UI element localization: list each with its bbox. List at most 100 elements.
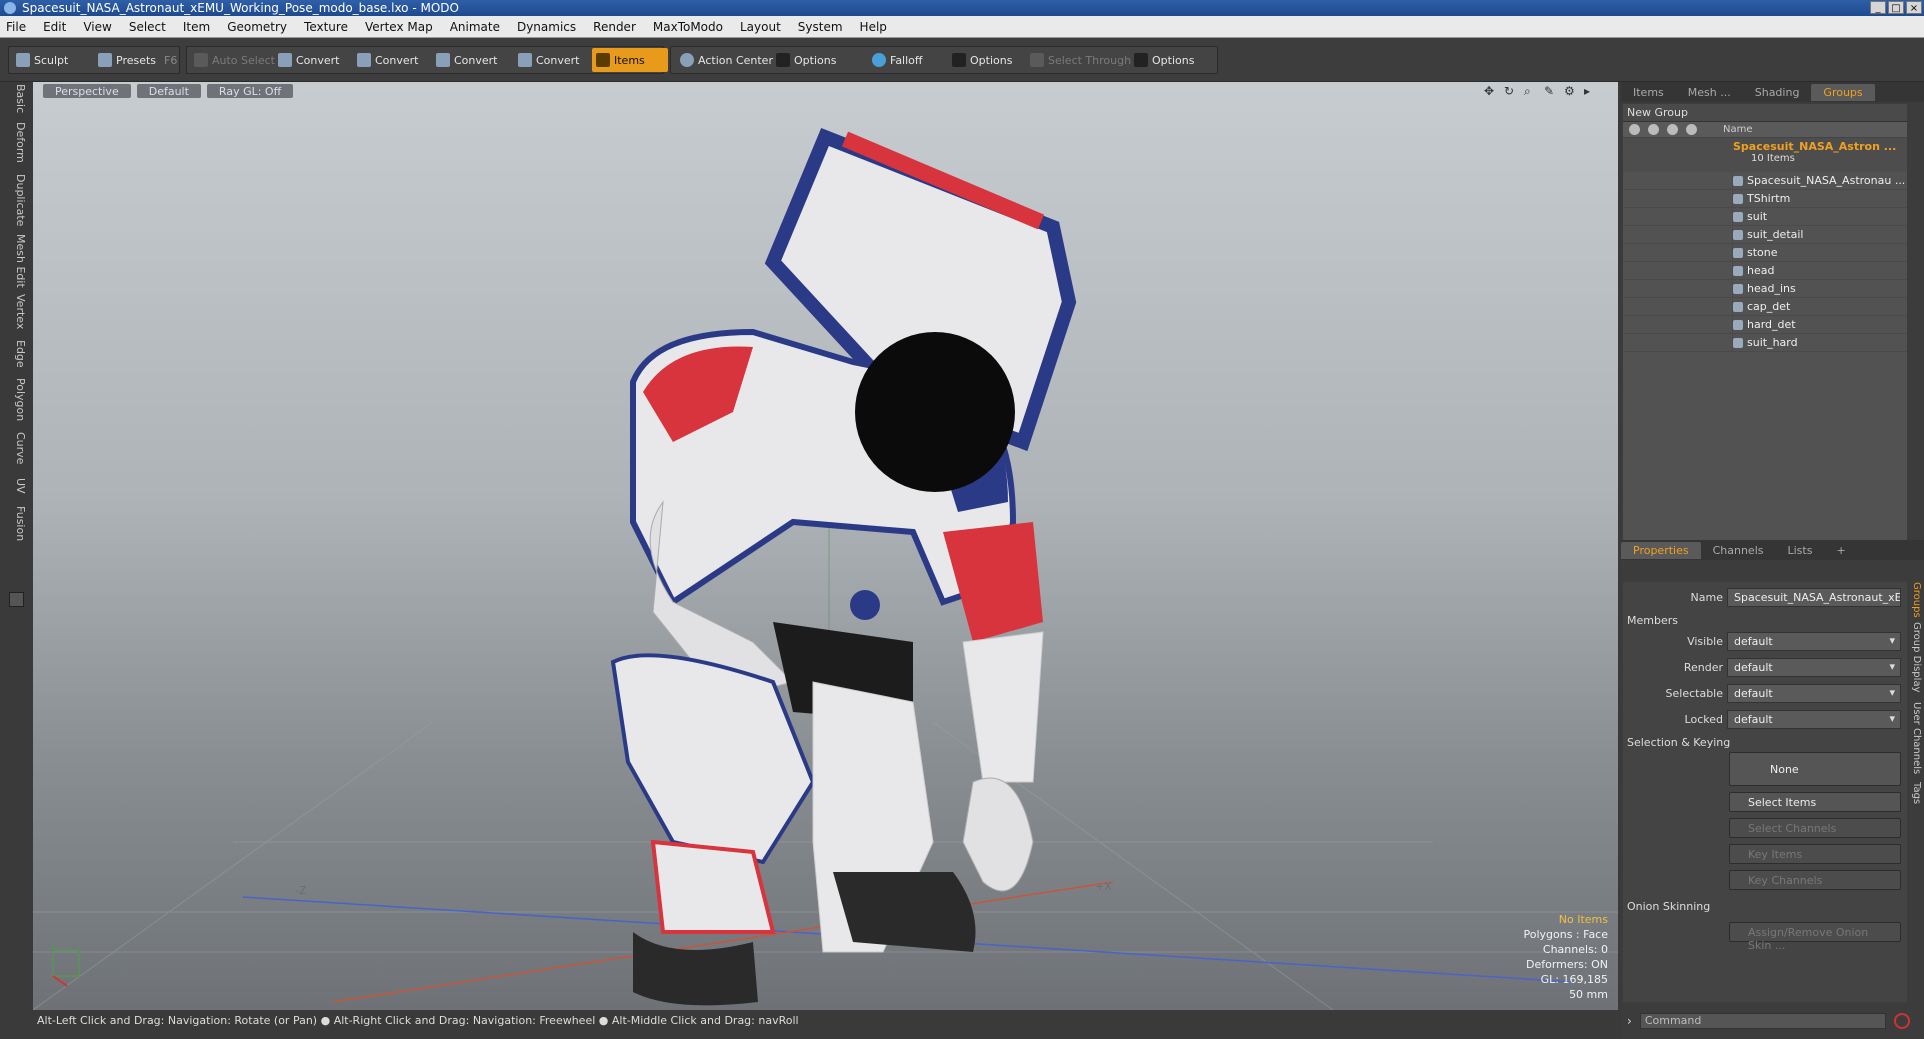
key-items-button[interactable]: Key Items — [1729, 844, 1901, 864]
list-item[interactable]: suit — [1623, 207, 1907, 226]
locked-select[interactable]: default — [1727, 710, 1901, 729]
name-field[interactable]: Spacesuit_NASA_Astronaut_xEMU — [1727, 588, 1901, 607]
select-items-button[interactable]: Select Items — [1729, 792, 1901, 812]
items-mode-button[interactable]: Items — [592, 48, 668, 72]
new-group-button[interactable]: New Group — [1623, 104, 1907, 122]
raygl-toggle[interactable]: Ray GL: Off — [206, 84, 294, 98]
3d-viewport[interactable]: -Z +X Perspective Default Ray GL: Off ✥ … — [33, 82, 1618, 1010]
onion-skinning-section[interactable]: Onion Skinning — [1627, 900, 1710, 913]
maximize-button[interactable]: □ — [1888, 1, 1904, 14]
lock-icon[interactable] — [1667, 124, 1678, 135]
side-tab-group-display[interactable]: Group Display — [1908, 622, 1922, 692]
menu-system[interactable]: System — [798, 20, 843, 34]
shading-mode-button[interactable]: Default — [136, 84, 201, 98]
menu-layout[interactable]: Layout — [740, 20, 781, 34]
list-item[interactable]: head_ins — [1623, 279, 1907, 298]
tab-edge[interactable]: Edge — [7, 340, 27, 368]
group-row[interactable]: Spacesuit_NASA_Astron ... 10 Items — [1623, 138, 1907, 172]
list-item[interactable]: stone — [1623, 243, 1907, 262]
tab-curve[interactable]: Curve — [7, 432, 27, 464]
tab-properties[interactable]: Properties — [1621, 541, 1701, 559]
render-select[interactable]: default — [1727, 658, 1901, 677]
select-icon[interactable] — [1686, 124, 1697, 135]
list-item[interactable]: Spacesuit_NASA_Astronau ... — [1623, 171, 1907, 190]
side-tab-user-channels[interactable]: User Channels — [1908, 702, 1922, 774]
convert-vertices-button[interactable]: Convert — [274, 48, 344, 72]
astronaut-model[interactable] — [610, 127, 1077, 1006]
convert-polygons-button[interactable]: Convert — [432, 48, 502, 72]
side-tab-tags[interactable]: Tags — [1908, 782, 1922, 804]
menu-geometry[interactable]: Geometry — [227, 20, 287, 34]
tab-duplicate[interactable]: Duplicate — [7, 174, 27, 226]
close-button[interactable]: × — [1906, 1, 1922, 14]
menu-dynamics[interactable]: Dynamics — [517, 20, 576, 34]
tab-lists[interactable]: Lists — [1776, 542, 1825, 559]
tab-polygon[interactable]: Polygon — [7, 378, 27, 421]
menu-edit[interactable]: Edit — [43, 20, 66, 34]
list-item[interactable]: cap_det — [1623, 297, 1907, 316]
list-item[interactable]: TShirtm — [1623, 189, 1907, 208]
tab-mesh-edit[interactable]: Mesh Edit — [7, 234, 27, 288]
menu-vertex-map[interactable]: Vertex Map — [365, 20, 433, 34]
render-icon[interactable] — [1648, 124, 1659, 135]
keying-none-button[interactable]: None — [1729, 752, 1901, 786]
auto-select-button[interactable]: Auto Select — [190, 48, 279, 72]
command-input[interactable]: Command — [1639, 1013, 1886, 1029]
action-center-options-button[interactable]: Options — [772, 48, 840, 72]
side-tab-groups[interactable]: Groups — [1908, 582, 1922, 618]
gear-icon[interactable]: ⚙ — [1564, 84, 1578, 98]
menu-render[interactable]: Render — [593, 20, 636, 34]
name-column-header[interactable]: Name — [1705, 124, 1753, 135]
assign-onion-skin-button[interactable]: Assign/Remove Onion Skin ... — [1729, 922, 1901, 952]
menu-maxtomodo[interactable]: MaxToModo — [653, 20, 723, 34]
select-through-options-button[interactable]: Options — [1130, 48, 1198, 72]
eye-icon[interactable] — [1629, 124, 1640, 135]
expand-arrow-icon[interactable]: ▸ — [1584, 84, 1598, 98]
members-section[interactable]: Members — [1627, 614, 1678, 627]
brush-icon[interactable]: ✎ — [1544, 84, 1558, 98]
presets-button[interactable]: Presets F6 — [94, 48, 181, 72]
tab-basic[interactable]: Basic — [7, 84, 27, 113]
menu-help[interactable]: Help — [860, 20, 887, 34]
rotate-icon[interactable]: ↻ — [1504, 84, 1518, 98]
tab-uv[interactable]: UV — [7, 478, 27, 494]
zoom-icon[interactable]: ⌕ — [1524, 84, 1538, 98]
list-item[interactable]: head — [1623, 261, 1907, 280]
convert-items-button[interactable]: Convert — [514, 48, 584, 72]
menu-select[interactable]: Select — [129, 20, 166, 34]
tab-channels[interactable]: Channels — [1701, 542, 1776, 559]
pan-icon[interactable]: ✥ — [1484, 84, 1498, 98]
menu-item[interactable]: Item — [183, 20, 210, 34]
tab-deform[interactable]: Deform — [7, 122, 27, 163]
record-macro-icon[interactable] — [1893, 1013, 1910, 1029]
falloff-button[interactable]: Falloff — [868, 48, 926, 72]
selection-keying-section[interactable]: Selection & Keying — [1627, 736, 1730, 749]
minimize-button[interactable]: _ — [1870, 1, 1886, 14]
selectable-select[interactable]: default — [1727, 684, 1901, 703]
menu-view[interactable]: View — [83, 20, 111, 34]
action-center-button[interactable]: Action Center — [676, 48, 777, 72]
tab-vertex[interactable]: Vertex — [7, 294, 27, 329]
menu-file[interactable]: File — [6, 20, 26, 34]
falloff-options-button[interactable]: Options — [948, 48, 1016, 72]
tab-groups[interactable]: Groups — [1811, 83, 1875, 101]
sculpt-button[interactable]: Sculpt — [12, 48, 72, 72]
tab-mesh[interactable]: Mesh ... — [1676, 84, 1743, 101]
view-type-button[interactable]: Perspective — [43, 84, 131, 98]
convert-edges-button[interactable]: Convert — [353, 48, 423, 72]
visible-select[interactable]: default — [1727, 632, 1901, 651]
tab-fusion[interactable]: Fusion — [7, 506, 27, 541]
list-item[interactable]: hard_det — [1623, 315, 1907, 334]
select-through-button[interactable]: Select Through — [1026, 48, 1135, 72]
tab-items[interactable]: Items — [1621, 84, 1676, 101]
menu-animate[interactable]: Animate — [450, 20, 500, 34]
options-icon — [776, 53, 790, 67]
select-channels-button[interactable]: Select Channels — [1729, 818, 1901, 838]
menu-texture[interactable]: Texture — [304, 20, 348, 34]
tab-shading[interactable]: Shading — [1743, 84, 1812, 101]
left-panel-toggle[interactable] — [9, 592, 24, 607]
add-tab-button[interactable]: + — [1824, 542, 1857, 559]
list-item[interactable]: suit_detail — [1623, 225, 1907, 244]
list-item[interactable]: suit_hard — [1623, 333, 1907, 352]
key-channels-button[interactable]: Key Channels — [1729, 870, 1901, 890]
